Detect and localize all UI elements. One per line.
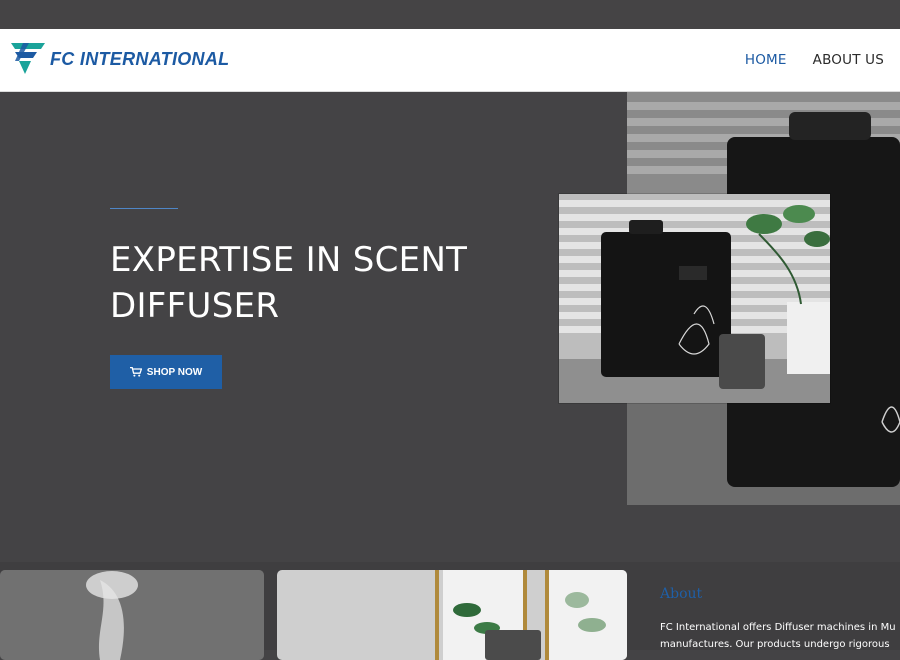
hero-section: EXPERTISE IN SCENT DIFFUSER SHOP NOW (0, 92, 900, 562)
mist-diffuser-card[interactable] (0, 570, 264, 660)
fc-logo-icon (11, 43, 45, 74)
main-nav: HOME ABOUT US (745, 29, 884, 91)
shop-now-button[interactable]: SHOP NOW (110, 355, 222, 389)
diffuser-product-photo (559, 194, 830, 403)
plants-diffuser-card[interactable] (277, 570, 627, 660)
browser-top-strip (0, 0, 900, 29)
feature-strip: About FC International offers Diffuser m… (0, 562, 900, 660)
hero-title: EXPERTISE IN SCENT DIFFUSER (110, 240, 468, 326)
nav-about-us[interactable]: ABOUT US (813, 52, 884, 68)
nav-home[interactable]: HOME (745, 52, 787, 68)
hero-accent-line (110, 208, 178, 209)
shop-now-label: SHOP NOW (146, 366, 203, 378)
site-header: FC INTERNATIONAL HOME ABOUT US (0, 29, 900, 92)
about-heading: About (660, 586, 703, 602)
about-text-line-1: FC International offers Diffuser machine… (660, 622, 896, 633)
brand-name: FC INTERNATIONAL (50, 49, 230, 69)
about-text-line-2: manufactures. Our products undergo rigor… (660, 639, 890, 650)
about-text: FC International offers Diffuser machine… (660, 619, 900, 653)
shopping-cart-icon (129, 367, 142, 377)
